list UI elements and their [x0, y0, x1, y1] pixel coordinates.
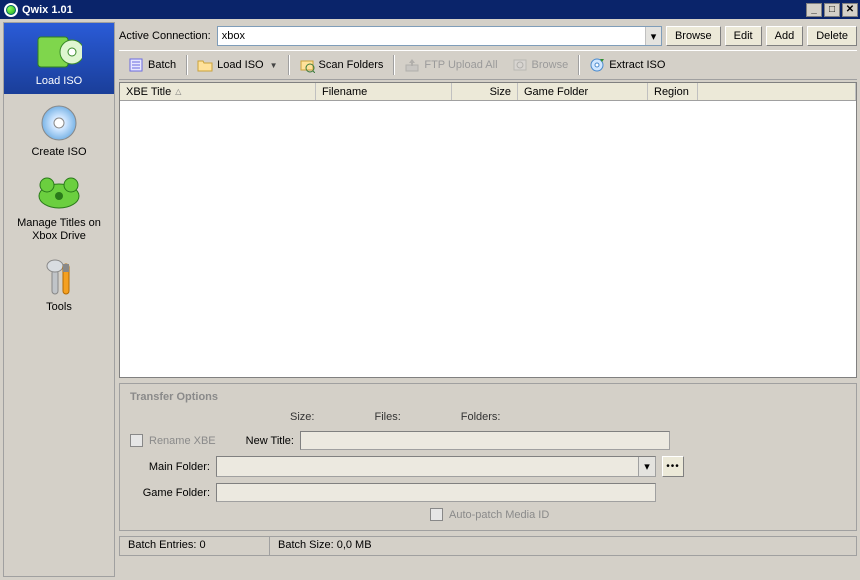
- browse-button[interactable]: Browse: [666, 26, 721, 46]
- chevron-down-icon: ▾: [645, 27, 661, 45]
- transfer-options: Transfer Options Size: Files: Folders: R…: [119, 383, 857, 531]
- grid-header: XBE Title△ Filename Size Game Folder Reg…: [120, 83, 856, 101]
- browse-button-toolbar: Browse: [505, 55, 576, 75]
- column-spacer: [698, 83, 856, 100]
- rename-xbe-checkbox: [130, 434, 143, 447]
- stat-files: Files:: [374, 411, 400, 423]
- stat-size: Size:: [290, 411, 314, 423]
- tools-icon: [35, 259, 83, 297]
- sidebar-item-create-iso[interactable]: Create ISO: [4, 94, 114, 165]
- tool-label: Browse: [532, 59, 569, 71]
- main-panel: Active Connection: xbox ▾ Browse Edit Ad…: [115, 19, 860, 580]
- connection-value: xbox: [222, 30, 245, 42]
- ftp-upload-icon: [404, 57, 420, 73]
- connection-label: Active Connection:: [119, 30, 213, 42]
- sidebar-item-label: Create ISO: [31, 146, 86, 159]
- tool-label: Scan Folders: [319, 59, 384, 71]
- status-batch-size: Batch Size: 0,0 MB: [270, 537, 856, 555]
- stat-folders: Folders:: [461, 411, 501, 423]
- sidebar-item-manage-titles[interactable]: Manage Titles on Xbox Drive: [4, 165, 114, 249]
- edit-button[interactable]: Edit: [725, 26, 762, 46]
- delete-button[interactable]: Delete: [807, 26, 857, 46]
- main-folder-browse-button[interactable]: •••: [662, 456, 684, 477]
- window-title: Qwix 1.01: [22, 4, 73, 16]
- sidebar-item-label: Tools: [46, 301, 72, 314]
- tool-label: Batch: [148, 59, 176, 71]
- titlebar: Qwix 1.01 _ □ ✕: [0, 0, 860, 19]
- status-bar: Batch Entries: 0 Batch Size: 0,0 MB: [119, 536, 857, 556]
- auto-patch-checkbox: [430, 508, 443, 521]
- close-button[interactable]: ✕: [842, 3, 858, 17]
- transfer-title: Transfer Options: [130, 391, 846, 403]
- chevron-down-icon: ▼: [270, 61, 278, 70]
- tool-label: Load ISO: [217, 59, 263, 71]
- sidebar: Load ISO Create ISO Manage Titles on Xbo…: [3, 22, 115, 577]
- ftp-upload-all-button: FTP Upload All: [397, 55, 504, 75]
- game-folder-label: Game Folder:: [130, 487, 210, 499]
- load-iso-button[interactable]: Load ISO ▼: [190, 55, 284, 75]
- column-game-folder[interactable]: Game Folder: [518, 83, 648, 100]
- manage-titles-icon: [35, 175, 83, 213]
- sidebar-item-load-iso[interactable]: Load ISO: [4, 23, 114, 94]
- browse-icon: [512, 57, 528, 73]
- column-size[interactable]: Size: [452, 83, 518, 100]
- sidebar-item-label: Load ISO: [36, 75, 82, 88]
- extract-iso-button[interactable]: Extract ISO: [582, 55, 672, 75]
- new-title-field: [300, 431, 670, 450]
- separator: [186, 55, 187, 75]
- folder-open-icon: [197, 57, 213, 73]
- game-folder-field: [216, 483, 656, 502]
- app-icon: [4, 3, 18, 17]
- create-iso-icon: [35, 104, 83, 142]
- batch-icon: [128, 57, 144, 73]
- sidebar-item-tools[interactable]: Tools: [4, 249, 114, 320]
- auto-patch-label: Auto-patch Media ID: [449, 509, 549, 521]
- toolbar: Batch Load ISO ▼ Scan Folders FTP Upload…: [119, 50, 857, 80]
- status-batch-entries: Batch Entries: 0: [120, 537, 270, 555]
- separator: [578, 55, 579, 75]
- column-filename[interactable]: Filename: [316, 83, 452, 100]
- minimize-button[interactable]: _: [806, 3, 822, 17]
- load-iso-icon: [35, 33, 83, 71]
- extract-iso-icon: [589, 57, 605, 73]
- separator: [288, 55, 289, 75]
- connection-select[interactable]: xbox ▾: [217, 26, 662, 46]
- rename-xbe-label: Rename XBE: [149, 435, 216, 447]
- scan-folders-icon: [299, 57, 315, 73]
- grid: XBE Title△ Filename Size Game Folder Reg…: [119, 82, 857, 378]
- scan-folders-button[interactable]: Scan Folders: [292, 55, 391, 75]
- column-xbe-title[interactable]: XBE Title△: [120, 83, 316, 100]
- tool-label: Extract ISO: [609, 59, 665, 71]
- separator: [393, 55, 394, 75]
- sort-asc-icon: △: [175, 87, 181, 96]
- batch-button[interactable]: Batch: [121, 55, 183, 75]
- main-folder-select[interactable]: ▾: [216, 456, 656, 477]
- add-button[interactable]: Add: [766, 26, 804, 46]
- main-folder-label: Main Folder:: [130, 461, 210, 473]
- maximize-button[interactable]: □: [824, 3, 840, 17]
- sidebar-item-label: Manage Titles on Xbox Drive: [8, 217, 110, 243]
- grid-body[interactable]: [120, 101, 856, 377]
- connection-row: Active Connection: xbox ▾ Browse Edit Ad…: [119, 22, 857, 48]
- new-title-label: New Title:: [246, 435, 294, 447]
- chevron-down-icon: ▾: [638, 457, 655, 476]
- transfer-stats: Size: Files: Folders:: [130, 411, 846, 423]
- column-region[interactable]: Region: [648, 83, 698, 100]
- tool-label: FTP Upload All: [424, 59, 497, 71]
